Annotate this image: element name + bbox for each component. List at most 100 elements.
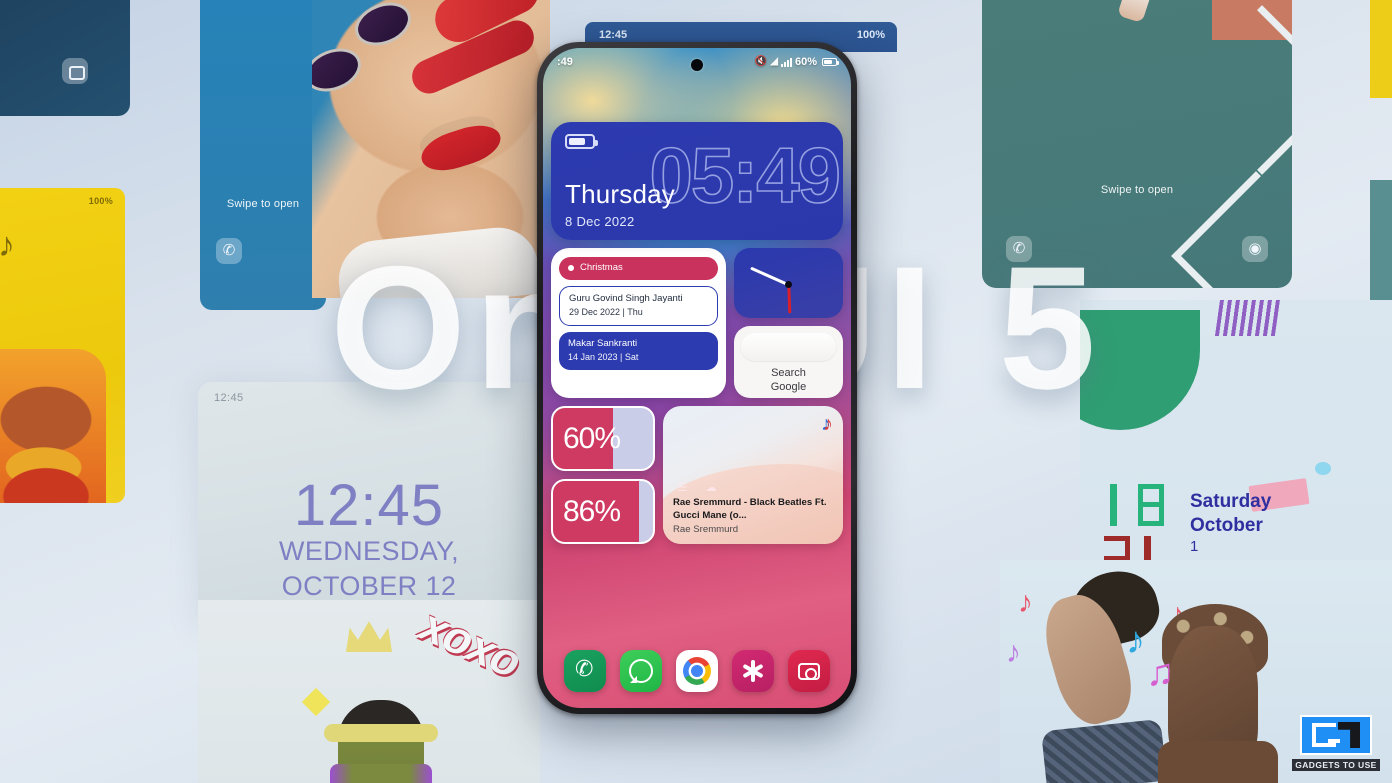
bg-yellow-music-card: 100% ♪	[0, 188, 125, 503]
camera-icon	[798, 662, 820, 680]
clock-center-hub	[785, 280, 792, 288]
dock-app-phone[interactable]	[564, 650, 606, 692]
music-note-icon: ♪	[1006, 636, 1021, 669]
search-widget-label: Search Google	[734, 366, 843, 394]
phone-screen[interactable]: :49 🔇 ◢ 60% 05:49 Thursday 8 Dec 2022 Ch…	[543, 48, 851, 708]
google-search-widget[interactable]: Search Google	[734, 326, 843, 398]
bg-teal-sliver	[1370, 180, 1392, 320]
bg-right-daynum: 1	[1190, 537, 1199, 555]
calendar-event-1-sub: 29 Dec 2022 | Thu	[569, 307, 643, 318]
bg-pale-date: WEDNESDAY, OCTOBER 12	[198, 534, 540, 603]
event-dot-icon	[568, 265, 574, 272]
green-blob-decor	[1080, 310, 1200, 430]
bg-right-day: Saturday	[1190, 491, 1272, 512]
bg-navy-card	[0, 0, 130, 116]
widget-row-2: Christmas Guru Govind Singh Jayanti 29 D…	[551, 248, 843, 398]
bg-pale-date-line1: WEDNESDAY,	[278, 536, 460, 566]
calendar-event-2-sub: 14 Jan 2023 | Sat	[568, 352, 639, 363]
dock	[543, 650, 851, 692]
calendar-event-2-title: Makar Sankranti	[568, 337, 638, 349]
clock-widget-weekday: Thursday	[565, 179, 675, 209]
bg-pale-date-line2: OCTOBER 12	[281, 570, 457, 601]
watermark: GADGETS TO USE	[1292, 715, 1380, 773]
clock-widget-date: 8 Dec 2022	[565, 214, 635, 229]
widget-right-column: Search Google	[734, 248, 843, 398]
music-player-widget[interactable]: ♪♪ Rae Sremmurd - Black Beatles Ft. Gucc…	[663, 406, 843, 544]
bg-pale-time: 12:45	[293, 473, 445, 538]
bg-pale-lockscreen: 12:45 12:45 WEDNESDAY, OCTOBER 12	[198, 382, 540, 627]
bg-woman-portrait	[312, 0, 550, 298]
gu-logo-icon	[1300, 715, 1372, 755]
collar-decor	[334, 223, 542, 298]
battery-icon	[822, 58, 839, 66]
dock-app-chrome[interactable]	[676, 650, 718, 692]
music-track-artist: Rae Sremmurd	[673, 524, 739, 535]
cast-icon[interactable]: ☁	[705, 481, 716, 494]
signal-icon	[780, 57, 792, 67]
search-input[interactable]	[740, 332, 837, 362]
home-widget-area: 05:49 Thursday 8 Dec 2022 Christmas Guru…	[543, 76, 851, 544]
bg-yellow-status: 100%	[88, 196, 113, 206]
battery-icon	[565, 134, 598, 149]
lips-decor	[416, 118, 506, 178]
dock-app-camera[interactable]	[788, 650, 830, 692]
person-photo	[324, 700, 438, 783]
shirt-a	[1041, 718, 1167, 783]
widget-row-3: 60% 86% ♪♪ Rae Sremmurd - Black Beatles …	[551, 406, 843, 544]
calendar-event-0-title: Christmas	[580, 262, 623, 273]
camera-icon	[62, 58, 88, 84]
bg-teal-swipe-label: Swipe to open	[1100, 184, 1174, 196]
music-metadata: Rae Sremmurd - Black Beatles Ft. Gucci M…	[673, 497, 833, 535]
calendar-widget[interactable]: Christmas Guru Govind Singh Jayanti 29 D…	[551, 248, 726, 398]
front-camera-punch-hole	[691, 59, 703, 71]
bg-top-battery: 100%	[856, 29, 885, 41]
battery-widget-column: 60% 86%	[551, 406, 655, 544]
bg-pale-mini-time: 12:45	[214, 392, 244, 404]
status-bar-time: :49	[557, 56, 573, 68]
watermark-text: GADGETS TO USE	[1292, 759, 1380, 771]
burger-photo	[0, 349, 106, 503]
search-label-line2: Google	[770, 381, 807, 394]
bg-yellow-sliver	[1370, 0, 1392, 98]
wifi-icon: ◢	[770, 56, 778, 67]
clock-widget[interactable]: 05:49 Thursday 8 Dec 2022	[551, 122, 843, 240]
calendar-event-1-title: Guru Govind Singh Jayanti	[569, 292, 683, 304]
search-label-line1: Search	[771, 367, 806, 379]
music-note-icon: ♫	[1146, 652, 1175, 694]
phone-icon: ✆	[1006, 236, 1032, 262]
queue-icon[interactable]: ☰	[678, 481, 688, 494]
logo-g-shape	[1312, 723, 1340, 747]
music-note-icon: ♪	[0, 226, 15, 264]
phone-icon: ✆	[216, 238, 242, 264]
calendar-event-1[interactable]: Guru Govind Singh Jayanti 29 Dec 2022 | …	[559, 285, 718, 326]
calendar-event-highlight[interactable]: Christmas	[559, 257, 718, 280]
phone-device: :49 🔇 ◢ 60% 05:49 Thursday 8 Dec 2022 Ch…	[537, 42, 857, 714]
sunglasses-right	[348, 0, 418, 54]
music-track-title: Rae Sremmurd - Black Beatles Ft. Gucci M…	[673, 497, 827, 521]
music-note-icon: ♪	[1018, 586, 1033, 619]
envelope-line-1	[1177, 5, 1292, 175]
battery-widget-buds-percent: 86%	[563, 494, 621, 528]
logo-u-shape	[1338, 722, 1360, 748]
music-note-icon: ♪♪	[821, 413, 833, 435]
sunglasses-left	[312, 40, 368, 100]
bg-top-time: 12:45	[599, 29, 628, 41]
hand-decor	[1117, 0, 1153, 24]
yellow-diamond-decor	[301, 687, 331, 717]
battery-widget-phone-percent: 60%	[563, 421, 621, 455]
xoxo-text: xoxo	[412, 600, 529, 688]
bg-blue-lockscreen-panel: Swipe to open ✆	[200, 0, 326, 310]
clock-second-hand	[787, 285, 791, 314]
dock-app-gallery[interactable]	[732, 650, 774, 692]
chrome-icon	[683, 657, 711, 685]
camera-icon: ◉	[1242, 236, 1268, 262]
dock-app-whatsapp[interactable]	[620, 650, 662, 692]
mute-icon: 🔇	[754, 56, 768, 67]
music-note-icon: ♪	[1126, 620, 1145, 662]
calendar-event-2[interactable]: Makar Sankranti 14 Jan 2023 | Sat	[559, 331, 718, 371]
status-bar-indicators: 🔇 ◢ 60%	[754, 56, 839, 68]
purple-bars-decor	[1214, 300, 1282, 336]
analog-clock-widget[interactable]	[734, 248, 843, 318]
battery-widget-phone[interactable]: 60%	[551, 406, 655, 471]
music-widget-controls: ☰ ☁	[543, 481, 851, 494]
